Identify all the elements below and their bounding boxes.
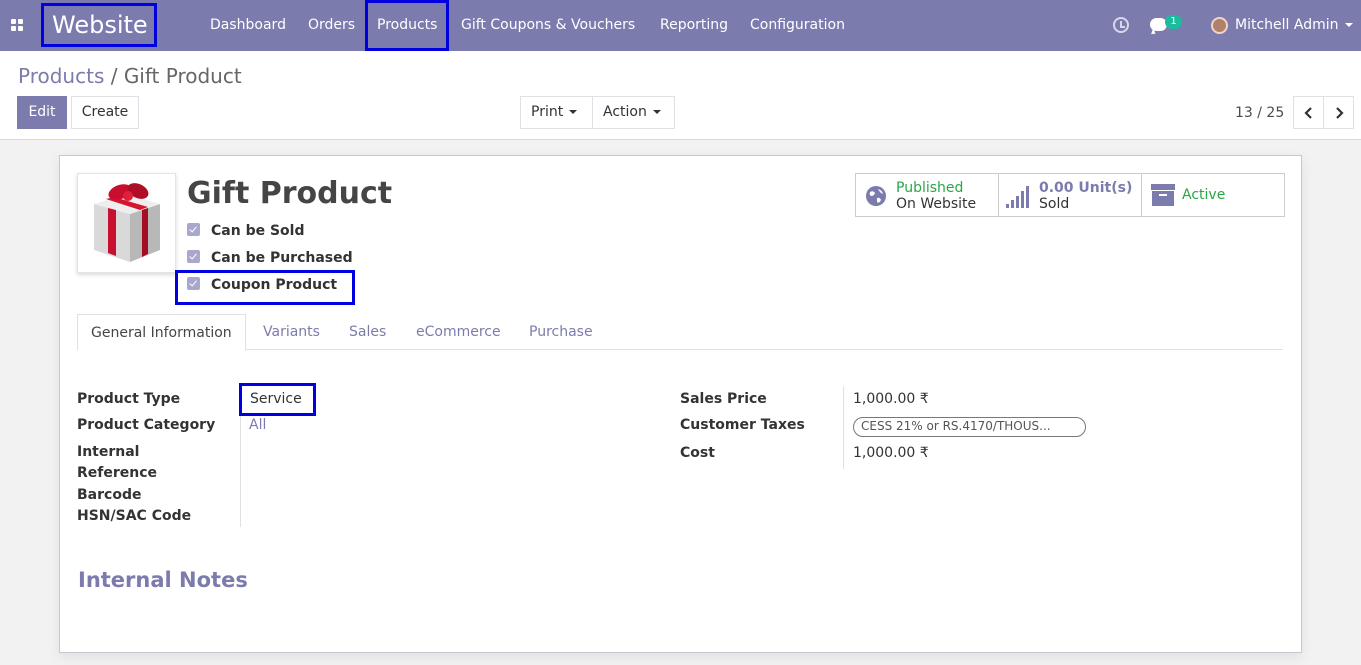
customer-tax-tag: CESS 21% or RS.4170/THOUS... [853,417,1086,437]
product-name[interactable]: Gift Product [187,176,392,211]
chevron-right-icon [1336,107,1344,119]
chat-count-badge: 1 [1165,15,1182,29]
menu-reporting[interactable]: Reporting [660,0,728,51]
sold-label: Sold [1039,196,1070,212]
menu-configuration[interactable]: Configuration [750,0,845,51]
pager-value[interactable]: 13 / 25 [1235,105,1284,121]
sales-price-value: 1,000.00 ₹ [853,391,929,407]
published-stat-button[interactable]: Published On Website [855,173,999,217]
pager-next-button[interactable] [1323,96,1354,129]
print-dropdown[interactable]: Print [520,96,593,129]
can-be-purchased-label: Can be Purchased [211,250,353,266]
customer-taxes-label: Customer Taxes [680,417,805,433]
action-label: Action [603,104,647,120]
chevron-down-icon [569,110,578,114]
tab-general-information[interactable]: General Information [77,314,246,351]
product-category-label: Product Category [77,417,216,433]
user-name: Mitchell Admin [1235,17,1339,33]
signal-bars-icon [1006,186,1029,208]
hsn-sac-code-label: HSN/SAC Code [77,508,192,524]
pager-previous-button[interactable] [1293,96,1324,129]
can-be-sold-checkbox[interactable]: Can be Sold [187,222,305,243]
globe-icon [866,186,886,206]
barcode-label: Barcode [77,487,142,503]
chevron-down-icon [652,110,661,114]
product-category-link[interactable]: All [249,415,266,436]
published-on-website: On Website [896,196,977,212]
tab-purchase[interactable]: Purchase [529,314,593,350]
gift-box-icon [94,183,160,262]
cost-label: Cost [680,445,715,461]
internal-reference-label-line2: Reference [77,465,158,481]
tab-variants[interactable]: Variants [263,314,320,350]
sold-unit: Unit(s) [1078,180,1133,196]
control-panel: Products / Gift Product Edit Create Prin… [0,51,1361,140]
print-label: Print [531,104,564,120]
active-toggle-button[interactable]: Active [1141,173,1285,217]
activity-clock-icon[interactable] [1113,17,1129,33]
breadcrumb-products-link[interactable]: Products [18,64,104,88]
chevron-left-icon [1304,107,1312,119]
can-be-purchased-checkbox[interactable]: Can be Purchased [187,249,353,270]
edit-button[interactable]: Edit [17,96,67,129]
tab-ecommerce[interactable]: eCommerce [416,314,501,350]
user-avatar[interactable] [1211,17,1228,34]
cost-value: 1,000.00 ₹ [853,445,929,461]
internal-notes-heading: Internal Notes [78,568,248,592]
menu-dashboard[interactable]: Dashboard [210,0,286,51]
form-sheet: Gift Product Can be Sold Can be Purchase… [59,155,1302,653]
menu-gift-coupons-vouchers[interactable]: Gift Coupons & Vouchers [461,0,635,51]
user-menu[interactable]: Mitchell Admin [1235,0,1353,51]
chevron-down-icon [1344,23,1353,27]
sales-price-label: Sales Price [680,391,767,407]
published-status: Published [896,180,964,196]
sold-stat-button[interactable]: 0.00 Unit(s) Sold [998,173,1142,217]
archive-box-icon [1151,184,1175,206]
active-status: Active [1182,187,1226,203]
apps-grid-icon[interactable] [11,19,24,32]
form-tabs: General Information Variants Sales eComm… [77,314,1283,351]
menu-orders[interactable]: Orders [308,0,355,51]
tab-sales[interactable]: Sales [349,314,386,350]
product-type-highlight [239,383,316,416]
breadcrumb-current: Gift Product [123,64,242,88]
product-type-label: Product Type [77,391,181,407]
right-group-divider [843,386,844,469]
internal-reference-label-line1: Internal [77,444,140,460]
checkbox-checked-icon [187,249,200,263]
product-image[interactable] [77,173,176,273]
breadcrumb: Products / Gift Product [18,64,242,88]
create-button[interactable]: Create [71,96,139,129]
app-brand-title[interactable]: Website [41,3,157,47]
top-navbar: Website Dashboard Orders Products Gift C… [0,0,1361,51]
coupon-product-highlight [175,270,355,305]
breadcrumb-separator: / [104,64,124,88]
menu-products[interactable]: Products [365,0,450,51]
action-dropdown[interactable]: Action [592,96,675,129]
sold-quantity: 0.00 [1039,180,1074,196]
checkbox-checked-icon [187,222,200,236]
can-be-sold-label: Can be Sold [211,223,305,239]
